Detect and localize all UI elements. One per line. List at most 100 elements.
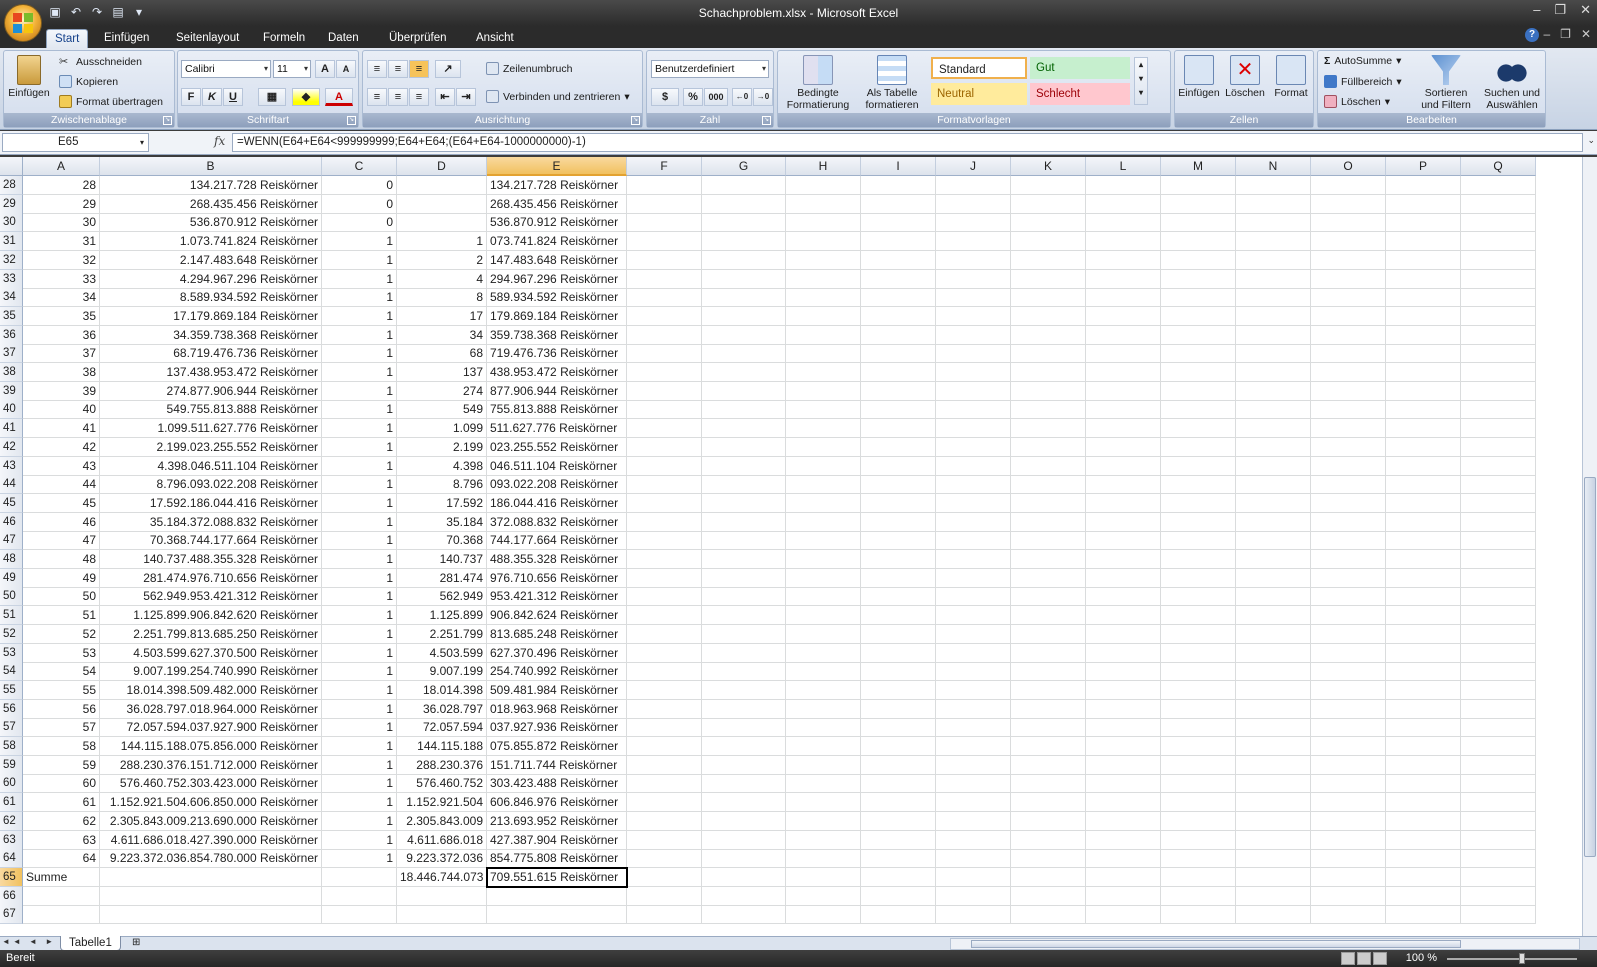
cell-j48[interactable] [936, 550, 1011, 569]
cell-b30[interactable]: 536.870.912 Reiskörner [100, 213, 322, 233]
cell-d31[interactable]: 1 [397, 232, 487, 252]
cell-c57[interactable]: 1 [322, 718, 397, 738]
cell-g58[interactable] [702, 737, 786, 756]
cell-o40[interactable] [1311, 400, 1386, 420]
row-header[interactable]: 34 [0, 288, 23, 308]
cell-i62[interactable] [861, 811, 936, 831]
cell-l65[interactable] [1086, 867, 1161, 887]
zoom-slider[interactable] [1447, 958, 1577, 960]
cell-d38[interactable]: 137 [397, 363, 487, 382]
cell-m30[interactable] [1161, 213, 1236, 233]
cell-c48[interactable]: 1 [322, 550, 397, 569]
cell-n36[interactable] [1236, 325, 1311, 345]
cell-h35[interactable] [786, 306, 861, 326]
row-header[interactable]: 65 [0, 867, 23, 887]
cell-h30[interactable] [786, 213, 861, 233]
cell-f30[interactable] [627, 213, 702, 233]
name-box[interactable]: E65 ▾ [2, 133, 149, 152]
cell-e37[interactable]: 719.476.736 Reiskörner [487, 344, 627, 364]
cell-i56[interactable] [861, 699, 936, 719]
cell-f66[interactable] [627, 886, 702, 906]
cell-j42[interactable] [936, 437, 1011, 457]
cell-m35[interactable] [1161, 306, 1236, 326]
row-header[interactable]: 52 [0, 624, 23, 644]
cell-o63[interactable] [1311, 830, 1386, 850]
cell-n63[interactable] [1236, 830, 1311, 850]
column-header[interactable]: M [1161, 157, 1236, 176]
cell-k64[interactable] [1011, 849, 1086, 869]
cell-c32[interactable]: 1 [322, 250, 397, 270]
cell-i52[interactable] [861, 624, 936, 644]
cell-i63[interactable] [861, 830, 936, 850]
cell-j54[interactable] [936, 662, 1011, 682]
cell-p59[interactable] [1386, 755, 1461, 775]
cell-n53[interactable] [1236, 643, 1311, 663]
cell-i44[interactable] [861, 475, 936, 495]
cell-b33[interactable]: 4.294.967.296 Reiskörner [100, 269, 322, 289]
cell-g60[interactable] [702, 774, 786, 794]
cell-i60[interactable] [861, 774, 936, 794]
cell-c62[interactable]: 1 [322, 811, 397, 831]
column-header[interactable]: L [1086, 157, 1161, 176]
cell-o38[interactable] [1311, 363, 1386, 382]
cell-o56[interactable] [1311, 699, 1386, 719]
column-header[interactable]: J [936, 157, 1011, 176]
cell-k41[interactable] [1011, 419, 1086, 439]
cell-g52[interactable] [702, 624, 786, 644]
cell-o57[interactable] [1311, 718, 1386, 738]
doc-close-icon[interactable]: ✕ [1581, 27, 1591, 41]
cell-l42[interactable] [1086, 437, 1161, 457]
cell-p38[interactable] [1386, 363, 1461, 382]
row-header[interactable]: 37 [0, 344, 23, 364]
cell-e50[interactable]: 953.421.312 Reiskörner [487, 587, 627, 607]
cell-m55[interactable] [1161, 680, 1236, 700]
format-as-table-button[interactable]: Als Tabelle formatieren [856, 55, 928, 111]
cell-d30[interactable] [397, 213, 487, 233]
cell-e42[interactable]: 023.255.552 Reiskörner [487, 437, 627, 457]
cell-b57[interactable]: 72.057.594.037.927.900 Reiskörner [100, 718, 322, 738]
cell-q37[interactable] [1461, 344, 1536, 364]
select-all-corner[interactable] [0, 157, 23, 176]
row-header[interactable]: 46 [0, 512, 23, 532]
cell-c34[interactable]: 1 [322, 288, 397, 308]
cell-i55[interactable] [861, 680, 936, 700]
cell-n47[interactable] [1236, 531, 1311, 551]
delete-cells-button[interactable]: ✕ Löschen [1223, 55, 1267, 99]
cell-i61[interactable] [861, 793, 936, 813]
cell-j63[interactable] [936, 830, 1011, 850]
cell-d67[interactable] [397, 905, 487, 925]
cell-o29[interactable] [1311, 194, 1386, 214]
cell-n33[interactable] [1236, 269, 1311, 289]
cell-l66[interactable] [1086, 886, 1161, 906]
row-header[interactable]: 48 [0, 550, 23, 569]
row-header[interactable]: 31 [0, 232, 23, 252]
cell-m45[interactable] [1161, 493, 1236, 513]
cell-m46[interactable] [1161, 512, 1236, 532]
cell-e33[interactable]: 294.967.296 Reiskörner [487, 269, 627, 289]
cell-q63[interactable] [1461, 830, 1536, 850]
cell-q47[interactable] [1461, 531, 1536, 551]
cell-q50[interactable] [1461, 587, 1536, 607]
cell-c50[interactable]: 1 [322, 587, 397, 607]
cell-o47[interactable] [1311, 531, 1386, 551]
cell-h61[interactable] [786, 793, 861, 813]
cell-g57[interactable] [702, 718, 786, 738]
cell-i39[interactable] [861, 381, 936, 401]
cell-g34[interactable] [702, 288, 786, 308]
cell-k49[interactable] [1011, 568, 1086, 588]
cell-n41[interactable] [1236, 419, 1311, 439]
style-schlecht[interactable]: Schlecht [1030, 83, 1130, 105]
row-header[interactable]: 40 [0, 400, 23, 420]
column-header[interactable]: A [23, 157, 100, 176]
cell-l61[interactable] [1086, 793, 1161, 813]
cell-c53[interactable]: 1 [322, 643, 397, 663]
cell-f45[interactable] [627, 493, 702, 513]
cell-l57[interactable] [1086, 718, 1161, 738]
cell-n50[interactable] [1236, 587, 1311, 607]
cell-q28[interactable] [1461, 176, 1536, 195]
page-break-view-button[interactable] [1373, 952, 1387, 965]
cell-q67[interactable] [1461, 905, 1536, 925]
cell-i29[interactable] [861, 194, 936, 214]
horizontal-scrollbar[interactable] [950, 938, 1580, 950]
row-header[interactable]: 53 [0, 643, 23, 663]
